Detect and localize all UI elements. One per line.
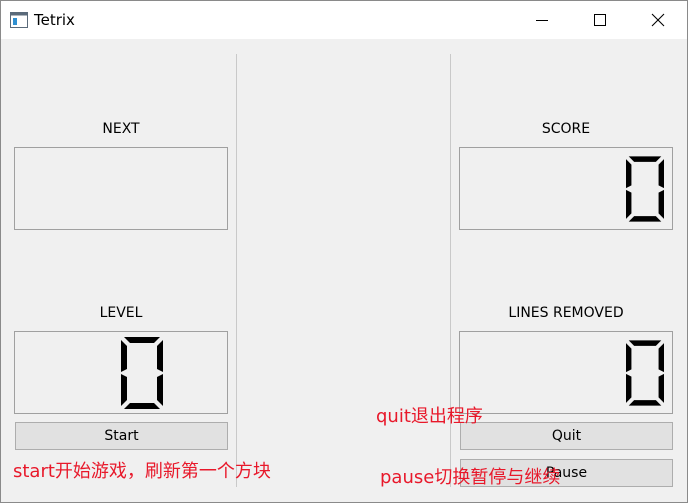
level-lcd-digit bbox=[121, 337, 163, 409]
quit-button[interactable]: Quit bbox=[460, 422, 673, 450]
start-button[interactable]: Start bbox=[15, 422, 228, 450]
maximize-icon bbox=[594, 14, 606, 26]
app-window-icon bbox=[10, 12, 28, 28]
lines-removed-display: 0 bbox=[459, 331, 673, 414]
close-button[interactable] bbox=[629, 1, 687, 39]
title-bar[interactable]: Tetrix bbox=[1, 1, 687, 39]
score-label: SCORE bbox=[541, 121, 591, 137]
start-annotation: start开始游戏，刷新第一个方块 bbox=[13, 461, 271, 482]
lines-lcd-digit bbox=[626, 340, 664, 406]
maximize-button[interactable] bbox=[571, 1, 629, 39]
pause-annotation: pause切换暂停与继续 bbox=[380, 467, 561, 488]
level-display: 0 bbox=[14, 331, 228, 414]
next-piece-preview bbox=[14, 147, 228, 230]
lines-removed-label: LINES REMOVED bbox=[508, 305, 624, 321]
next-label: NEXT bbox=[102, 121, 140, 137]
level-label: LEVEL bbox=[99, 305, 143, 321]
window-title: Tetrix bbox=[34, 11, 75, 29]
quit-annotation: quit退出程序 bbox=[376, 406, 483, 427]
close-icon bbox=[651, 13, 665, 27]
tetrix-window: Tetrix NEXT LEVEL Start SCORE LINES REMO… bbox=[0, 0, 688, 503]
minimize-icon bbox=[536, 20, 548, 21]
minimize-button[interactable] bbox=[513, 1, 571, 39]
score-display: 0 bbox=[459, 147, 673, 230]
score-lcd-digit bbox=[626, 156, 664, 222]
